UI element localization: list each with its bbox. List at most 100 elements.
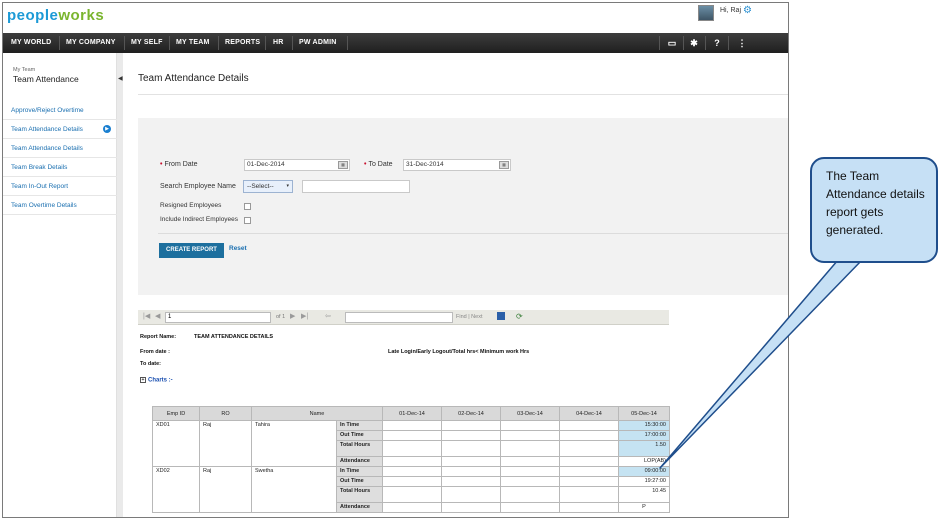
value-cell xyxy=(441,420,501,431)
value-cell xyxy=(500,440,560,457)
calendar-icon[interactable]: ▦ xyxy=(499,161,509,169)
to-date-value: 31-Dec-2014 xyxy=(406,161,444,168)
to-date-label-text: To Date xyxy=(368,161,393,168)
nav-my-self[interactable]: MY SELF xyxy=(131,33,163,53)
find-next-links[interactable]: Find | Next xyxy=(456,314,483,320)
calendar-icon[interactable]: ▦ xyxy=(338,161,348,169)
from-date-label: • From Date xyxy=(160,161,198,168)
settings-gear-icon[interactable]: ⚙ xyxy=(743,5,752,16)
help-icon[interactable]: ? xyxy=(708,33,726,53)
create-report-button[interactable]: CREATE REPORT xyxy=(159,243,224,258)
peopleworks-logo[interactable]: peopleworks xyxy=(7,7,104,24)
metric-cell: Total Hours xyxy=(336,440,383,457)
metric-cell: Attendance xyxy=(336,456,383,467)
nav-divider xyxy=(705,36,706,50)
attendance-table: Emp ID RO Name 01-Dec-14 02-Dec-14 03-De… xyxy=(152,406,670,513)
sidebar-item-team-in-out-report[interactable]: Team In-Out Report xyxy=(3,177,117,196)
sidebar-scrollbar[interactable] xyxy=(117,53,123,517)
charts-toggle-label: Charts :- xyxy=(148,377,173,384)
value-cell xyxy=(441,440,501,457)
sidebar-item-label: Team In-Out Report xyxy=(11,183,69,190)
avatar[interactable] xyxy=(698,5,714,21)
nav-hr[interactable]: HR xyxy=(273,33,284,53)
value-cell xyxy=(441,486,501,503)
col-header-date: 02-Dec-14 xyxy=(441,406,501,421)
col-header-date: 05-Dec-14 xyxy=(618,406,670,421)
metric-cell: Out Time xyxy=(336,430,383,441)
value-cell xyxy=(559,456,619,467)
sidebar-item-approve-overtime[interactable]: Approve/Reject Overtime xyxy=(3,101,117,120)
sidebar-item-team-attendance-details[interactable]: Team Attendance Details xyxy=(3,139,117,158)
sidebar-item-team-break-details[interactable]: Team Break Details xyxy=(3,158,117,177)
value-cell: P xyxy=(618,502,670,513)
from-date-label-text: From Date xyxy=(164,161,198,168)
value-cell xyxy=(441,502,501,513)
tools-icon[interactable]: ✱ xyxy=(685,33,703,53)
employee-name-input[interactable] xyxy=(302,180,410,193)
page-number-input[interactable]: 1 xyxy=(165,312,271,323)
value-cell xyxy=(559,486,619,503)
value-cell xyxy=(441,456,501,467)
col-header-name: Name xyxy=(251,406,383,421)
nav-divider xyxy=(292,36,293,50)
value-cell xyxy=(441,476,501,487)
indirect-employees-checkbox[interactable] xyxy=(244,217,251,224)
sidebar-item-label: Team Attendance Details xyxy=(11,126,83,133)
value-cell xyxy=(382,430,442,441)
prev-page-icon[interactable]: ◀ xyxy=(155,312,160,320)
col-header-emp-id: Emp ID xyxy=(152,406,200,421)
value-cell: 15:30:00 xyxy=(618,420,670,431)
from-date-field[interactable]: 01-Dec-2014 ▦ xyxy=(244,159,350,171)
sidebar-item-team-attendance-details-active[interactable]: Team Attendance Details ▶ xyxy=(3,120,117,139)
last-page-icon[interactable]: ▶| xyxy=(301,312,308,320)
col-header-ro: RO xyxy=(199,406,252,421)
filter-divider xyxy=(158,233,788,234)
page-title: Team Attendance Details xyxy=(138,73,249,84)
indirect-employees-label: Include Indirect Employees xyxy=(160,216,239,223)
emp-id-cell: XD01 xyxy=(152,420,200,467)
sidebar-title: Team Attendance xyxy=(13,74,79,84)
nav-my-company[interactable]: MY COMPANY xyxy=(66,33,116,53)
sidebar-item-team-overtime-details[interactable]: Team Overtime Details xyxy=(3,196,117,215)
nav-pw-admin[interactable]: PW ADMIN xyxy=(299,33,337,53)
resigned-employees-checkbox[interactable] xyxy=(244,203,251,210)
find-input[interactable] xyxy=(345,312,453,323)
reset-link[interactable]: Reset xyxy=(229,245,247,252)
first-page-icon[interactable]: |◀ xyxy=(143,312,150,320)
value-cell xyxy=(382,476,442,487)
refresh-icon[interactable]: ⟳ xyxy=(516,312,523,321)
value-cell xyxy=(382,456,442,467)
export-save-icon[interactable] xyxy=(497,312,505,320)
nav-divider xyxy=(218,36,219,50)
table-row: XD02 Raj Swetha In Time 09:00:00 xyxy=(152,466,670,513)
name-cell: Tahira xyxy=(251,420,337,467)
page-count: of 1 xyxy=(276,314,286,320)
to-date-field[interactable]: 31-Dec-2014 ▦ xyxy=(403,159,511,171)
value-cell: 19:27:00 xyxy=(618,476,670,487)
page-number-value: 1 xyxy=(168,314,172,320)
sidebar-item-label: Approve/Reject Overtime xyxy=(11,107,84,114)
employee-select[interactable]: --Select-- ▾ xyxy=(243,180,293,193)
annotation-callout: The Team Attendance details report gets … xyxy=(810,157,938,263)
value-cell xyxy=(441,430,501,441)
resigned-employees-label: Resigned Employees xyxy=(160,202,222,209)
next-page-icon[interactable]: ▶ xyxy=(290,312,295,320)
metric-cell: Total Hours xyxy=(336,486,383,503)
charts-toggle[interactable]: + Charts :- xyxy=(140,377,173,384)
chevron-down-icon: ▾ xyxy=(286,183,289,189)
collapse-arrow-icon[interactable]: ◀ xyxy=(118,75,123,82)
title-divider xyxy=(138,94,788,95)
nav-my-world[interactable]: MY WORLD xyxy=(11,33,51,53)
nav-reports[interactable]: REPORTS xyxy=(225,33,260,53)
main-navbar: MY WORLD MY COMPANY MY SELF MY TEAM REPO… xyxy=(3,33,788,53)
nav-divider xyxy=(124,36,125,50)
value-cell: 09:00:00 xyxy=(618,466,670,477)
back-icon[interactable]: ⇦ xyxy=(325,312,331,320)
value-cell xyxy=(559,420,619,431)
callout-text: The Team Attendance details report gets … xyxy=(826,169,925,237)
nav-divider xyxy=(169,36,170,50)
book-icon[interactable]: ▭ xyxy=(663,33,681,53)
org-chart-icon[interactable]: ⋮ xyxy=(733,33,751,53)
sidebar-breadcrumb: My Team xyxy=(13,67,36,73)
nav-my-team[interactable]: MY TEAM xyxy=(176,33,210,53)
